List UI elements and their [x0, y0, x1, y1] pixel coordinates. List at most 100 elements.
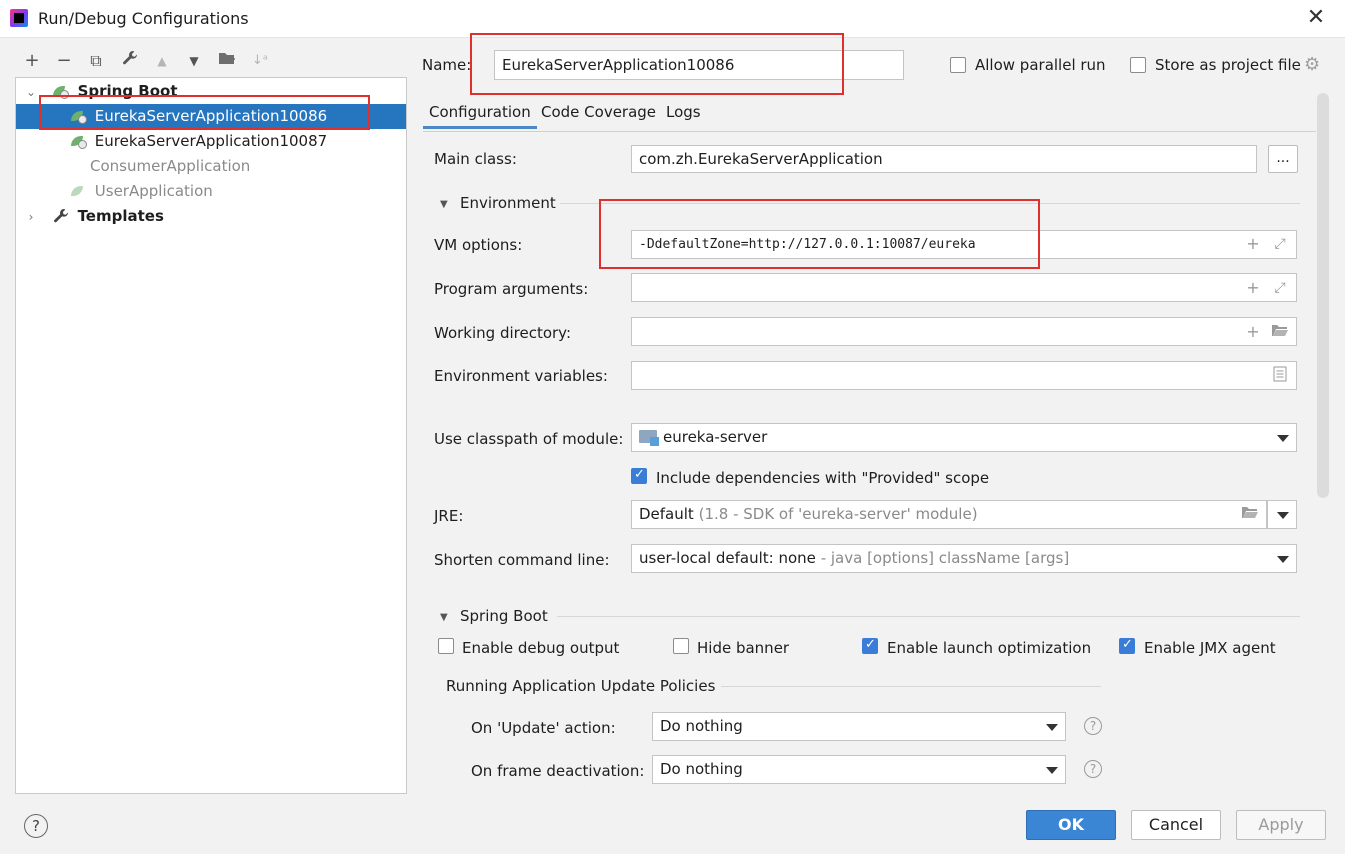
collapse-triangle-icon[interactable]: ▼ [440, 612, 448, 623]
folder-open-icon[interactable] [1271, 323, 1289, 341]
store-project-label: Store as project file [1155, 56, 1301, 74]
env-vars-input[interactable] [631, 361, 1297, 390]
program-args-label: Program arguments: [434, 280, 589, 298]
expand-icon[interactable]: ⤢ [1271, 235, 1289, 253]
tree-group-templates[interactable]: › Templates [16, 204, 406, 229]
copy-config-button[interactable]: ⧉ [85, 50, 107, 72]
store-project-checkbox[interactable] [1130, 57, 1146, 73]
launch-optimization-label: Enable launch optimization [887, 639, 1092, 657]
allow-parallel-label: Allow parallel run [975, 56, 1106, 74]
include-provided-checkbox[interactable] [631, 467, 647, 484]
vm-options-label: VM options: [434, 236, 523, 254]
enable-debug-checkbox[interactable] [438, 638, 454, 654]
edit-templates-button[interactable] [119, 50, 141, 72]
vertical-scrollbar[interactable] [1317, 93, 1329, 498]
on-frame-label: On frame deactivation: [471, 762, 645, 780]
jre-field[interactable]: Default (1.8 - SDK of 'eureka-server' mo… [631, 500, 1267, 529]
launch-optimization-checkbox[interactable] [862, 637, 878, 654]
folder-icon [218, 50, 236, 71]
section-divider [557, 616, 1300, 617]
tree-item-label: ConsumerApplication [90, 157, 251, 175]
spring-boot-section-title: Spring Boot [460, 607, 548, 625]
window-title: Run/Debug Configurations [38, 9, 249, 28]
jre-value: Default [639, 505, 694, 523]
hide-banner-checkbox[interactable] [673, 638, 689, 654]
tree-item-consumer[interactable]: ConsumerApplication [16, 154, 406, 179]
tab-logs[interactable]: Logs [666, 103, 701, 129]
help-icon[interactable]: ? [1084, 760, 1102, 778]
plus-icon[interactable]: + [1244, 279, 1262, 297]
on-update-dropdown[interactable]: Do nothing [652, 712, 1066, 741]
templates-label: Templates [77, 207, 164, 225]
chevron-down-icon[interactable] [1277, 435, 1289, 442]
browse-main-class-button[interactable]: ... [1268, 145, 1298, 173]
chevron-down-icon: ⌄ [25, 85, 37, 99]
wrench-icon [53, 207, 74, 225]
list-icon[interactable] [1271, 366, 1289, 384]
sort-button[interactable]: ↓ᵃ [249, 50, 271, 72]
jmx-agent-checkbox[interactable] [1119, 637, 1135, 654]
main-class-label: Main class: [434, 150, 517, 168]
section-divider [721, 686, 1101, 687]
module-folder-icon [639, 430, 659, 446]
allow-parallel-checkbox[interactable] [950, 57, 966, 73]
hide-banner-label: Hide banner [697, 639, 790, 657]
plus-icon[interactable]: + [1244, 235, 1262, 253]
shorten-label: Shorten command line: [434, 551, 610, 569]
tree-item-label: EurekaServerApplication10087 [94, 132, 328, 150]
on-update-label: On 'Update' action: [471, 719, 616, 737]
folder-open-icon[interactable] [1241, 505, 1259, 523]
name-label: Name: [422, 56, 472, 74]
shorten-detail: - java [options] className [args] [820, 549, 1070, 567]
tree-item-eureka-10087[interactable]: EurekaServerApplication10087 [16, 129, 406, 154]
move-up-button[interactable]: ▲ [151, 50, 173, 72]
classpath-value: eureka-server [663, 428, 768, 446]
working-dir-label: Working directory: [434, 324, 572, 342]
environment-section-title: Environment [460, 194, 556, 212]
classpath-dropdown[interactable]: eureka-server [631, 423, 1297, 452]
chevron-down-icon[interactable] [1277, 556, 1289, 563]
remove-config-button[interactable]: − [53, 50, 75, 72]
program-args-input[interactable] [631, 273, 1297, 302]
cancel-button[interactable]: Cancel [1131, 810, 1221, 840]
chevron-down-icon[interactable] [1277, 512, 1289, 519]
jre-detail: (1.8 - SDK of 'eureka-server' module) [698, 505, 978, 523]
shorten-value: user-local default: none [639, 549, 816, 567]
add-config-button[interactable]: + [21, 50, 43, 72]
include-provided-label: Include dependencies with "Provided" sco… [656, 469, 990, 487]
policies-title: Running Application Update Policies [446, 677, 716, 695]
main-class-input[interactable]: com.zh.EurekaServerApplication [631, 145, 1257, 173]
classpath-label: Use classpath of module: [434, 430, 624, 448]
annotation-box-name [470, 33, 844, 95]
tab-configuration[interactable]: Configuration [423, 103, 537, 129]
tree-item-label: UserApplication [94, 182, 213, 200]
apply-button[interactable]: Apply [1236, 810, 1326, 840]
chevron-down-icon[interactable] [1046, 767, 1058, 774]
spring-boot-app-icon [71, 134, 87, 149]
spring-boot-app-icon [71, 184, 87, 198]
intellij-app-icon [10, 9, 28, 27]
chevron-right-icon: › [28, 210, 34, 224]
chevron-down-icon[interactable] [1046, 724, 1058, 731]
wrench-icon [122, 51, 138, 70]
tree-item-user[interactable]: UserApplication [16, 179, 406, 204]
tab-code-coverage[interactable]: Code Coverage [541, 103, 656, 129]
on-frame-dropdown[interactable]: Do nothing [652, 755, 1066, 784]
gear-icon[interactable]: ⚙ [1304, 54, 1320, 75]
working-dir-input[interactable] [631, 317, 1297, 346]
help-button[interactable]: ? [24, 814, 48, 838]
shorten-dropdown[interactable]: user-local default: none - java [options… [631, 544, 1297, 573]
help-icon[interactable]: ? [1084, 717, 1102, 735]
config-tree[interactable]: ⌄ Spring Boot EurekaServerApplication100… [15, 77, 407, 794]
env-vars-label: Environment variables: [434, 367, 608, 385]
jre-label: JRE: [434, 507, 464, 525]
new-folder-button[interactable] [216, 50, 238, 72]
enable-debug-label: Enable debug output [462, 639, 620, 657]
close-icon[interactable]: ✕ [1303, 5, 1329, 31]
collapse-triangle-icon[interactable]: ▼ [440, 199, 448, 210]
plus-icon[interactable]: + [1244, 323, 1262, 341]
expand-icon[interactable]: ⤢ [1271, 279, 1289, 297]
annotation-box-tree [39, 95, 370, 130]
ok-button[interactable]: OK [1026, 810, 1116, 840]
move-down-button[interactable]: ▼ [183, 50, 205, 72]
